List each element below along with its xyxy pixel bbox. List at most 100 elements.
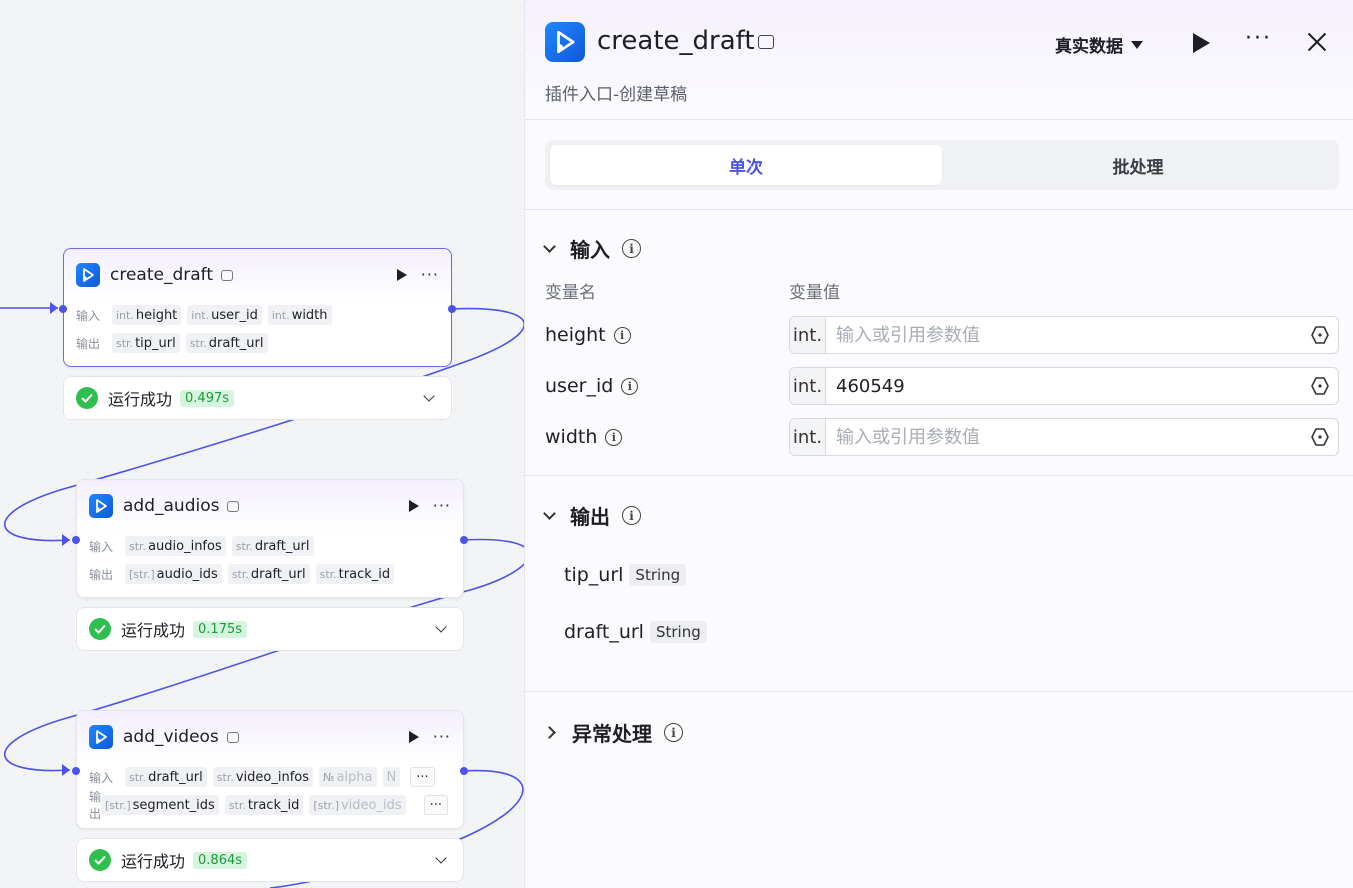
info-icon[interactable]: i	[664, 723, 683, 742]
arrow-incoming	[50, 302, 58, 314]
height-input[interactable]	[826, 324, 1310, 346]
node-title: add_audios	[123, 496, 220, 516]
chevron-down-icon[interactable]	[435, 621, 447, 633]
chip-name: user_id	[211, 307, 258, 323]
var-row-height: height i int.	[545, 316, 1339, 354]
info-icon[interactable]: i	[622, 506, 641, 525]
arrow-videos	[62, 764, 70, 776]
info-icon[interactable]: i	[622, 239, 641, 258]
var-type: int.	[790, 368, 826, 404]
column-var-name: 变量名	[545, 283, 596, 303]
more-icon[interactable]: ···	[433, 498, 451, 514]
chip-name: segment_ids	[132, 797, 215, 813]
workflow-canvas[interactable]: create_draft ··· 输入 int. height int. user_…	[0, 0, 524, 888]
output-var-type: String	[629, 564, 687, 586]
var-row-user-id: user_id i int.	[545, 367, 1339, 405]
chip-name: draft_url	[208, 335, 264, 351]
input-port[interactable]	[72, 536, 80, 544]
panel-description[interactable]: 插件入口-创建草稿	[545, 80, 687, 105]
input-chip: str. audio_infos	[125, 536, 226, 556]
run-time-badge: 0.497s	[180, 389, 235, 407]
output-section-header[interactable]: 输出 i	[543, 501, 641, 530]
chip-type: str.	[231, 567, 249, 581]
var-name-text: height	[545, 324, 606, 346]
node-config-panel: create_draft 插件入口-创建草稿 真实数据 ··· 单次 批处理 输…	[524, 0, 1353, 888]
success-check-icon	[89, 849, 111, 871]
variable-reference-icon[interactable]	[1310, 325, 1330, 345]
var-type: int.	[790, 419, 826, 455]
input-chip: int. height	[112, 305, 182, 325]
info-icon[interactable]: i	[621, 377, 639, 395]
input-chip: int. user_id	[187, 305, 262, 325]
chip-type: str.	[129, 539, 147, 553]
chip-type: str.	[235, 539, 253, 553]
info-icon[interactable]: i	[605, 428, 623, 446]
exception-section-header[interactable]: 异常处理 i	[543, 718, 683, 747]
node-outputs: 输出 [str.] audio_ids str. draft_url str. tra…	[77, 560, 463, 588]
run-test-button[interactable]	[1193, 33, 1210, 53]
input-chip: str. video_infos	[212, 767, 314, 787]
tab-batch[interactable]: 批处理	[942, 145, 1334, 185]
data-mode-select[interactable]: 真实数据	[1055, 32, 1143, 57]
more-outputs-button[interactable]: ···	[423, 795, 449, 815]
var-name: height i	[545, 324, 789, 346]
plugin-store-icon	[221, 269, 234, 281]
node-create-draft[interactable]: create_draft ··· 输入 int. height int. user_…	[59, 248, 456, 367]
chip-type: [str.]	[105, 798, 131, 812]
outputs-label: 输出	[89, 791, 102, 819]
var-name-text: user_id	[545, 375, 614, 397]
chip-name: track_id	[247, 797, 300, 813]
input-section-header[interactable]: 输入 i	[543, 234, 641, 263]
mode-tabs-section: 单次 批处理	[525, 120, 1353, 210]
success-check-icon	[76, 387, 98, 409]
input-port[interactable]	[72, 767, 80, 775]
output-chip: str. draft_url	[185, 333, 268, 353]
column-var-value: 变量值	[789, 283, 840, 303]
close-icon[interactable]	[1305, 30, 1329, 54]
panel-title[interactable]: create_draft	[597, 26, 755, 56]
node-add-videos[interactable]: add_videos ··· 输入 str. draft_url str. vide…	[72, 710, 468, 829]
chip-type: int.	[116, 308, 134, 322]
node-run-status[interactable]: 运行成功 0.497s	[63, 376, 452, 420]
variable-reference-icon[interactable]	[1310, 427, 1330, 447]
input-port[interactable]	[59, 305, 67, 313]
node-header: create_draft ···	[64, 249, 451, 301]
node-run-status[interactable]: 运行成功 0.864s	[76, 838, 464, 882]
status-text: 运行成功	[121, 621, 186, 640]
node-outputs: 输出 str. tip_url str. draft_url	[64, 329, 451, 357]
variable-reference-icon[interactable]	[1310, 376, 1330, 396]
chip-type: str.	[189, 336, 207, 350]
tab-single[interactable]: 单次	[550, 145, 942, 185]
chip-name: draft_url	[254, 538, 310, 554]
output-port[interactable]	[460, 536, 468, 544]
output-port[interactable]	[460, 767, 468, 775]
chevron-down-icon[interactable]	[435, 852, 447, 864]
node-title: add_videos	[123, 727, 219, 747]
exception-section: 异常处理 i	[525, 692, 1353, 772]
run-node-icon[interactable]	[408, 731, 419, 743]
run-node-icon[interactable]	[408, 500, 419, 512]
outputs-label: 输出	[89, 567, 114, 582]
more-inputs-button[interactable]: ···	[410, 767, 435, 787]
section-title: 输入	[570, 238, 610, 262]
info-icon[interactable]: i	[613, 326, 631, 344]
chevron-down-icon[interactable]	[423, 390, 435, 402]
node-run-status[interactable]: 运行成功 0.175s	[76, 607, 464, 651]
input-chip: str. draft_url	[125, 767, 207, 787]
user-id-input[interactable]	[826, 375, 1310, 397]
output-port[interactable]	[448, 305, 456, 313]
output-chip: [str.] video_ids	[309, 795, 406, 815]
chip-type: str.	[129, 770, 147, 784]
inputs-label: 输入	[76, 308, 101, 323]
plugin-icon	[545, 22, 585, 62]
chip-type: [str.]	[313, 798, 339, 812]
more-icon[interactable]: ···	[433, 729, 451, 745]
more-icon[interactable]: ···	[421, 267, 439, 283]
width-input[interactable]	[826, 426, 1310, 448]
run-node-icon[interactable]	[396, 269, 407, 281]
var-input-box: int.	[789, 418, 1339, 456]
more-options-button[interactable]: ···	[1245, 26, 1272, 51]
node-add-audios[interactable]: add_audios ··· 输入 str. audio_infos str. dr…	[72, 479, 468, 598]
output-chip: [str.] segment_ids	[101, 795, 219, 815]
node-header: add_videos ···	[77, 711, 463, 763]
